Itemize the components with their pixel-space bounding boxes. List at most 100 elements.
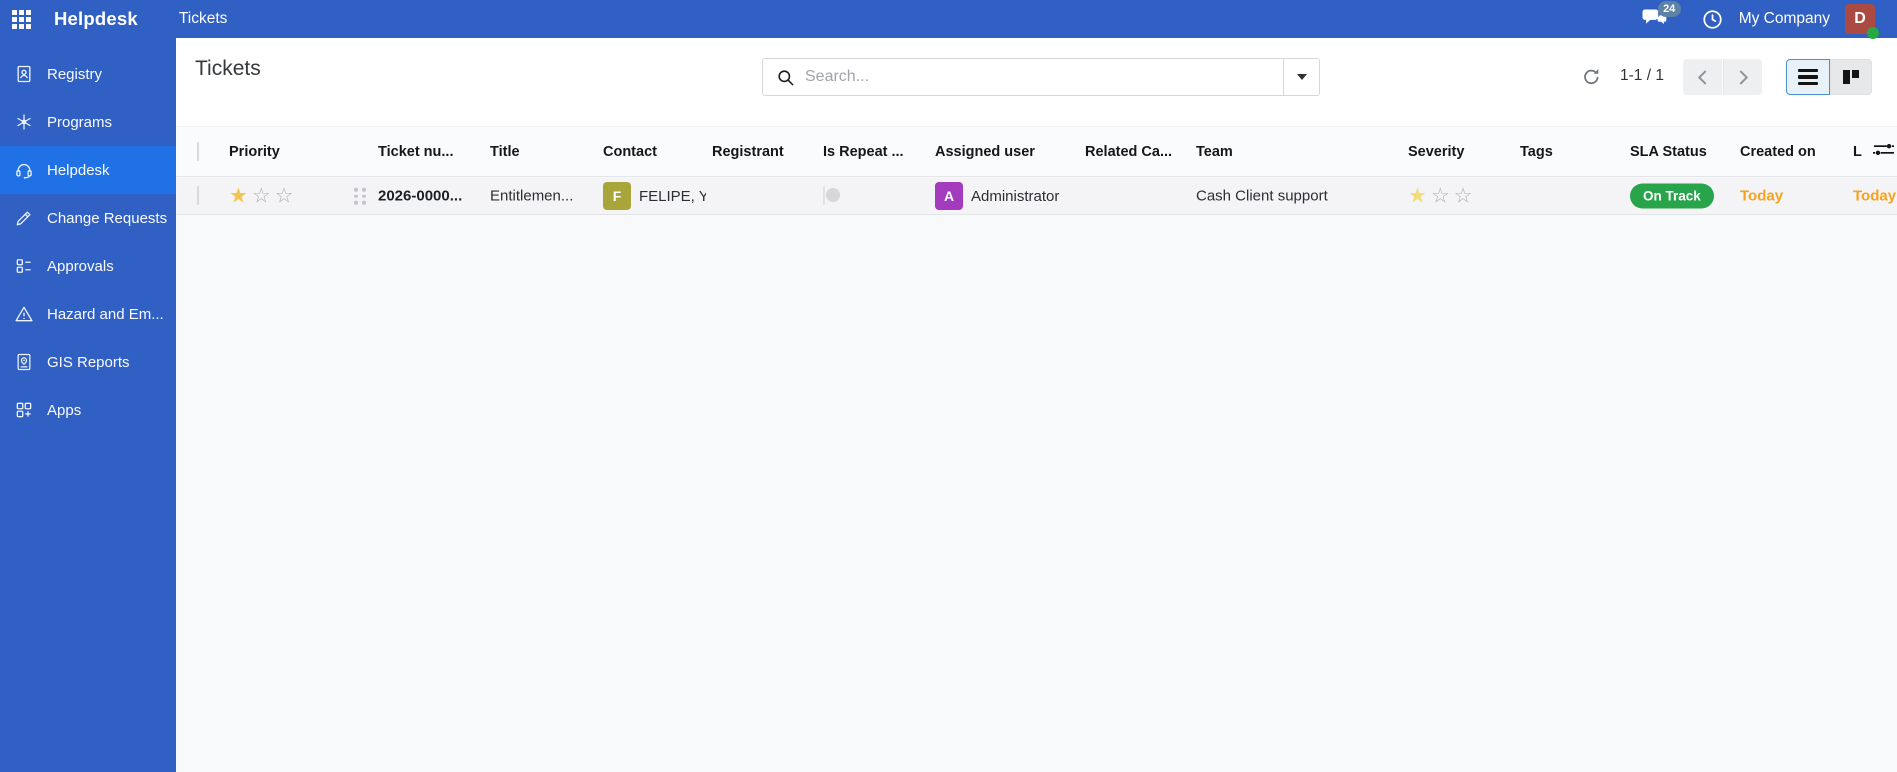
column-header-severity[interactable]: Severity	[1408, 144, 1464, 160]
search-icon	[778, 69, 794, 85]
column-header-is-repeat[interactable]: Is Repeat ...	[823, 144, 904, 160]
clock-icon	[1703, 9, 1722, 29]
sidebar-item-gis-reports[interactable]: GIS Reports	[0, 338, 176, 386]
list-toolbar: Tickets 1-1 / 1	[176, 38, 1897, 126]
sidebar-item-label: Helpdesk	[47, 161, 110, 179]
ticket-title: Entitlemen...	[490, 187, 574, 205]
topbar-nav-tickets[interactable]: Tickets	[179, 10, 228, 28]
table-row[interactable]: 2026-0000... Entitlemen... F FELIPE, YO …	[176, 178, 1897, 215]
apps-grid-icon	[16, 402, 32, 418]
column-header-tags[interactable]: Tags	[1520, 144, 1553, 160]
toggle-knob	[826, 188, 840, 202]
user-avatar[interactable]: D	[1845, 4, 1879, 39]
star-icon-empty[interactable]	[252, 186, 271, 207]
priority-rating[interactable]	[229, 186, 293, 207]
column-header-last-updated[interactable]: L	[1853, 144, 1862, 160]
sidebar-item-change-requests[interactable]: Change Requests	[0, 194, 176, 242]
warning-triangle-icon	[15, 306, 33, 322]
sla-status-badge: On Track	[1630, 183, 1714, 209]
page-title: Tickets	[195, 57, 261, 80]
column-header-registrant[interactable]: Registrant	[712, 144, 784, 160]
column-header-related-case[interactable]: Related Ca...	[1085, 144, 1172, 160]
messages-button[interactable]: 24	[1641, 1, 1681, 32]
column-header-title[interactable]: Title	[490, 144, 520, 160]
column-header-assigned-user[interactable]: Assigned user	[935, 144, 1035, 160]
snowflake-icon	[17, 114, 31, 130]
app-title[interactable]: Helpdesk	[54, 8, 138, 30]
severity-rating[interactable]	[1408, 186, 1472, 207]
topbar-right-cluster: 24 My Company D	[1641, 1, 1897, 39]
contact-avatar: F	[603, 182, 631, 210]
sidebar-item-hazard[interactable]: Hazard and Em...	[0, 290, 176, 338]
star-icon-empty[interactable]	[1454, 186, 1473, 207]
presence-status-dot	[1867, 27, 1879, 39]
checklist-icon	[16, 259, 31, 273]
column-header-created-on[interactable]: Created on	[1740, 144, 1816, 160]
last-updated-value: Today	[1853, 187, 1897, 205]
contact-cell: F FELIPE, YO	[603, 182, 706, 210]
assigned-user-avatar: A	[935, 182, 963, 210]
column-header-sla-status[interactable]: SLA Status	[1630, 144, 1707, 160]
team-name: Cash Client support	[1196, 187, 1328, 205]
list-view-icon	[1798, 68, 1818, 86]
assigned-user-name: Administrator	[971, 187, 1060, 205]
messages-count-badge: 24	[1657, 1, 1681, 17]
sidebar-item-approvals[interactable]: Approvals	[0, 242, 176, 290]
sidebar-item-label: Change Requests	[47, 209, 168, 227]
search-input[interactable]	[805, 68, 1279, 86]
star-icon-empty[interactable]	[275, 186, 294, 207]
chevron-left-icon	[1698, 69, 1707, 85]
table-header-row: Priority Ticket nu... Title Contact Regi…	[176, 126, 1897, 177]
pager-next-button[interactable]	[1723, 59, 1762, 95]
kanban-view-toggle[interactable]	[1830, 59, 1872, 95]
pencil-icon	[16, 211, 31, 226]
sidebar-item-label: Registry	[47, 65, 103, 83]
pager-previous-button[interactable]	[1683, 59, 1722, 95]
refresh-icon	[1584, 68, 1599, 85]
row-checkbox[interactable]	[197, 186, 199, 205]
sidebar-item-label: Hazard and Em...	[47, 305, 164, 323]
star-icon-empty[interactable]	[1431, 186, 1450, 207]
map-document-icon	[17, 353, 31, 371]
sidebar-item-label: Programs	[47, 113, 113, 131]
assigned-user-cell: A Administrator	[935, 182, 1059, 210]
star-icon-filled[interactable]	[229, 186, 248, 207]
topbar: Helpdesk Tickets 24 My Company D	[0, 0, 1897, 39]
column-header-ticket-number[interactable]: Ticket nu...	[378, 144, 453, 160]
contact-name: FELIPE, YO	[639, 187, 706, 205]
pagination-label: 1-1 / 1	[1620, 67, 1664, 84]
user-avatar-initial: D	[1854, 10, 1866, 27]
chevron-down-icon	[1296, 74, 1307, 80]
column-header-team[interactable]: Team	[1196, 144, 1233, 160]
sidebar-item-apps[interactable]: Apps	[0, 386, 176, 434]
star-icon-filled[interactable]	[1408, 186, 1427, 207]
drag-handle[interactable]	[354, 187, 366, 205]
refresh-button[interactable]	[1581, 66, 1603, 88]
sidebar-item-registry[interactable]: Registry	[0, 50, 176, 98]
screen: Helpdesk Tickets 24 My Company D Registr…	[0, 0, 1897, 772]
is-repeat-toggle[interactable]	[823, 186, 840, 205]
sidebar-item-label: Apps	[47, 401, 82, 419]
list-view-toggle-selected[interactable]	[1786, 59, 1830, 95]
activities-button[interactable]	[1701, 8, 1724, 31]
column-header-contact[interactable]: Contact	[603, 144, 657, 160]
kanban-view-icon	[1843, 70, 1859, 84]
sidebar-item-helpdesk[interactable]: Helpdesk	[0, 146, 176, 194]
id-card-icon	[17, 65, 31, 83]
sidebar-item-programs[interactable]: Programs	[0, 98, 176, 146]
search-bar	[762, 58, 1320, 96]
created-on-value: Today	[1740, 187, 1784, 205]
app-switcher-icon[interactable]	[12, 9, 31, 29]
sidebar: Registry Programs Helpdesk Change Reques…	[0, 38, 176, 772]
sidebar-item-label: GIS Reports	[47, 353, 130, 371]
select-all-checkbox[interactable]	[197, 141, 199, 161]
search-filter-dropdown-button[interactable]	[1283, 59, 1319, 95]
column-settings-button[interactable]	[1873, 140, 1894, 163]
sliders-icon	[1873, 143, 1894, 155]
ticket-number: 2026-0000...	[378, 187, 463, 205]
company-menu[interactable]: My Company	[1739, 10, 1830, 28]
column-header-priority[interactable]: Priority	[229, 144, 280, 160]
chevron-right-icon	[1739, 69, 1748, 85]
headset-icon	[16, 163, 32, 179]
sidebar-item-label: Approvals	[47, 257, 114, 275]
